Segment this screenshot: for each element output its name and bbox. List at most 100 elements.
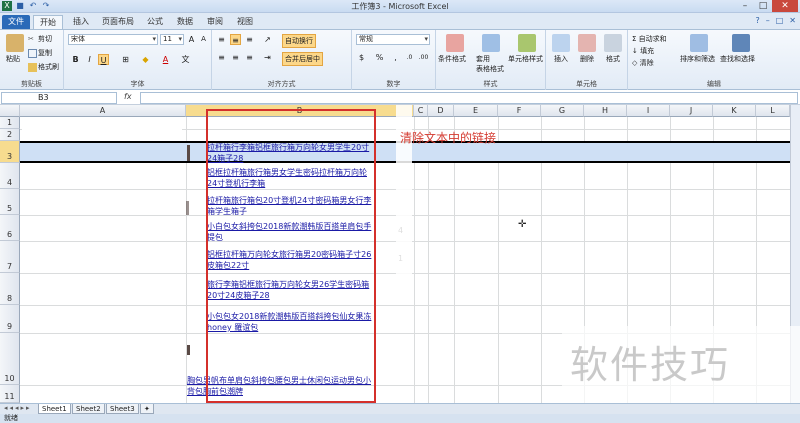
tab-insert[interactable]: 插入 [68,15,94,29]
format-cell-button[interactable]: 格式 [606,54,620,64]
alignment-label: 对齐方式 [267,80,296,88]
col-header-l[interactable]: L [756,105,790,117]
col-header-j[interactable]: J [670,105,713,117]
select-all-corner[interactable] [0,105,20,117]
sheet-tab-1[interactable]: Sheet1 [38,404,71,414]
col-header-g[interactable]: G [541,105,584,117]
styles-group: 条件格式 套用 表格格式 单元格样式 样式 [436,30,546,90]
col-header-d[interactable]: D [428,105,454,117]
fill-color-icon[interactable]: ◆ [140,54,151,65]
row-header-10[interactable]: 10 [0,333,20,385]
border-icon[interactable]: ⊞ [120,54,131,65]
sheet-tab-2[interactable]: Sheet2 [72,404,105,414]
align-middle-icon[interactable]: ≡ [230,34,241,45]
ribbon-minimize-icon[interactable]: – [766,16,770,25]
font-group: 宋体 11 A A B I U ⊞ ◆ A 文 字体 [64,30,212,90]
col-header-i[interactable]: I [627,105,670,117]
cell-styles-button[interactable]: 单元格样式 [508,54,543,64]
delete-cell-icon [578,34,596,52]
window-title: 工作簿3 - Microsoft Excel [351,2,449,11]
tab-file[interactable]: 文件 [2,15,30,29]
sheet-tab-bar: ◂◂◂▸▸ Sheet1 Sheet2 Sheet3 ✦ [0,403,800,414]
help-icon[interactable]: ? [755,16,759,25]
autosum-button[interactable]: Σ 自动求和 [632,34,667,44]
name-box[interactable]: B3 [1,92,117,104]
grow-font-icon[interactable]: A [186,34,197,45]
maximize-button[interactable]: □ [754,0,772,12]
bold-icon[interactable]: B [70,54,81,65]
underline-icon[interactable]: U [98,54,109,65]
align-center-icon[interactable]: ≡ [230,52,241,63]
italic-icon[interactable]: I [84,54,95,65]
tab-home[interactable]: 开始 [33,15,63,29]
col-header-f[interactable]: F [498,105,541,117]
font-color-icon[interactable]: A [160,54,171,65]
col-header-c[interactable]: C [414,105,428,117]
format-painter-button[interactable]: 格式刷 [28,62,59,72]
ribbon-close-icon[interactable]: ✕ [789,16,796,25]
fx-icon[interactable]: fx [124,92,132,101]
paste-button[interactable]: 粘贴 [6,54,20,64]
col-header-a[interactable]: A [20,105,186,117]
minimize-button[interactable]: – [736,0,754,12]
ribbon: 粘贴 ✂剪切 复制 格式刷 剪贴板 宋体 11 A A B I U ⊞ ◆ A … [0,30,800,90]
new-sheet-icon[interactable]: ✦ [140,404,154,414]
delete-cell-button[interactable]: 删除 [580,54,594,64]
row-header-3[interactable]: 3 [0,141,20,163]
row-header-1[interactable]: 1 [0,117,20,129]
insert-cell-button[interactable]: 插入 [554,54,568,64]
row-header-4[interactable]: 4 [0,163,20,189]
align-left-icon[interactable]: ≡ [216,52,227,63]
shrink-font-icon[interactable]: A [198,34,209,45]
fill-button[interactable]: ↓ 填充 [632,46,654,56]
close-button[interactable]: ✕ [772,0,798,12]
tab-view[interactable]: 视图 [232,15,258,29]
col-header-h[interactable]: H [584,105,627,117]
clipboard-group: 粘贴 ✂ 剪切 复制 格式刷 剪贴板 [0,30,64,90]
copy-button[interactable]: 复制 [28,48,52,58]
row-header-9[interactable]: 9 [0,305,20,333]
align-right-icon[interactable]: ≡ [244,52,255,63]
row-header-5[interactable]: 5 [0,189,20,215]
orientation-icon[interactable]: ↗ [262,34,273,45]
font-name-select[interactable]: 宋体 [68,34,158,45]
tab-formulas[interactable]: 公式 [142,15,168,29]
table-format-button[interactable]: 套用 表格格式 [476,54,504,74]
decrease-decimal-icon[interactable]: .00 [418,52,429,63]
fill-down-icon: ↓ [632,47,641,55]
phonetic-icon[interactable]: 文 [180,54,191,65]
number-format-select[interactable]: 常规 [356,34,430,45]
comma-icon[interactable]: , [390,52,401,63]
row-header-8[interactable]: 8 [0,273,20,305]
cut-button[interactable]: ✂ 剪切 [28,34,52,44]
row-header-2[interactable]: 2 [0,129,20,141]
watermark-text: 软件技巧 [570,343,731,387]
row-header-6[interactable]: 6 [0,215,20,241]
row-header-7[interactable]: 7 [0,241,20,273]
merge-center-button[interactable]: 合并后居中 [282,52,323,66]
col-header-e[interactable]: E [454,105,498,117]
blur-patch [22,125,182,137]
percent-icon[interactable]: % [374,52,385,63]
crosshair-cursor-icon: ✛ [518,219,527,230]
clear-button[interactable]: ◇ 清除 [632,58,654,68]
sort-filter-button[interactable]: 排序和筛选 [680,54,715,64]
currency-icon[interactable]: $ [356,52,367,63]
wrap-text-button[interactable]: 自动换行 [282,34,316,48]
find-select-button[interactable]: 查找和选择 [720,54,755,64]
conditional-format-button[interactable]: 条件格式 [438,54,466,64]
ribbon-restore-icon[interactable]: □ [776,16,784,25]
indent-icon[interactable]: ⇥ [262,52,273,63]
font-size-select[interactable]: 11 [160,34,184,45]
sheet-tab-3[interactable]: Sheet3 [106,404,139,414]
align-bottom-icon[interactable]: ≡ [244,34,255,45]
col-header-k[interactable]: K [713,105,756,117]
row-header-11[interactable]: 11 [0,385,20,403]
align-top-icon[interactable]: ≡ [216,34,227,45]
tab-data[interactable]: 数据 [172,15,198,29]
increase-decimal-icon[interactable]: .0 [404,52,415,63]
tab-review[interactable]: 审阅 [202,15,228,29]
sheet-nav-arrows[interactable]: ◂◂◂▸▸ [4,404,32,412]
formula-input[interactable] [140,92,798,104]
tab-page-layout[interactable]: 页面布局 [100,15,136,29]
